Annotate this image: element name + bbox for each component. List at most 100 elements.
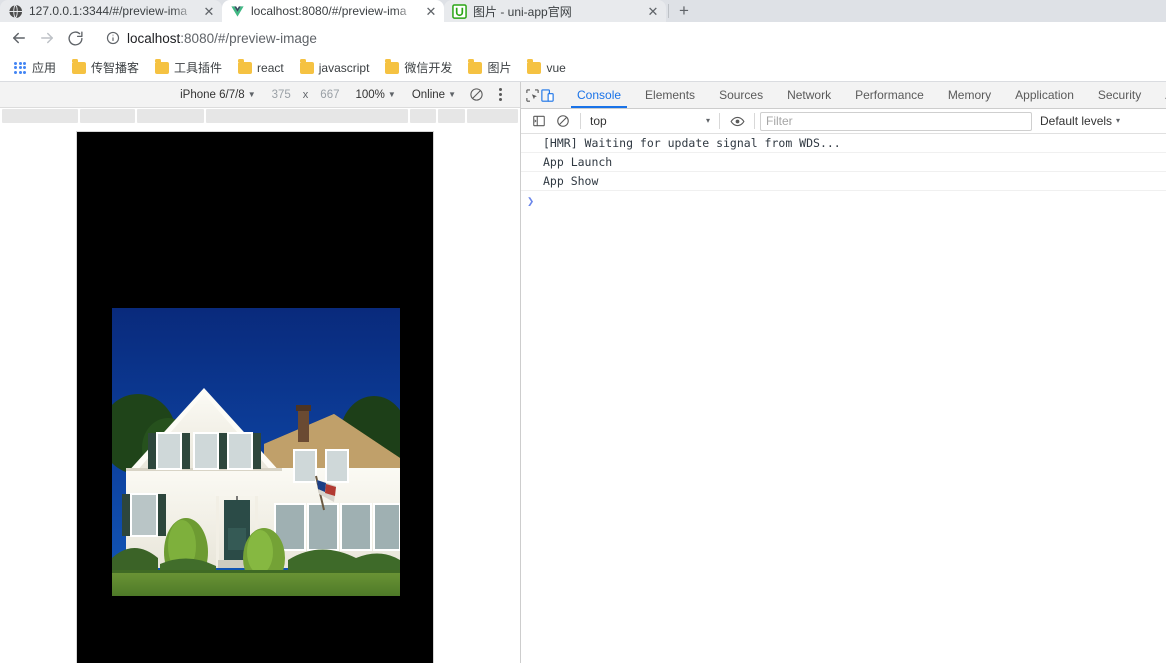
devtools-tab-console[interactable]: Console: [565, 82, 633, 108]
device-height-value: 667: [320, 88, 340, 101]
console-prompt[interactable]: ❯: [521, 191, 1166, 210]
device-zoom-label: 100%: [355, 88, 385, 101]
device-emulation-pane: iPhone 6/7/8 ▼ 375 x 667 100% ▼ Online ▼: [0, 82, 521, 663]
main-content: iPhone 6/7/8 ▼ 375 x 667 100% ▼ Online ▼: [0, 82, 1166, 663]
devtools-tab-security[interactable]: Security: [1086, 82, 1153, 108]
folder-icon: [299, 59, 314, 74]
folder-icon: [527, 59, 542, 74]
devtools-tab-sources[interactable]: Sources: [707, 82, 775, 108]
live-expression-icon[interactable]: [725, 110, 749, 132]
browser-tab-3[interactable]: 图片 - uni-app官网 ✕: [444, 0, 666, 22]
address-bar[interactable]: localhost:8080/#/preview-image: [96, 26, 1160, 50]
ruler-segment: [437, 109, 466, 123]
folder-icon: [385, 59, 400, 74]
console-log-levels-selector[interactable]: Default levels ▾: [1032, 114, 1128, 128]
console-sidebar-icon[interactable]: [527, 110, 551, 132]
bookmark-item-2-label: 工具插件: [174, 61, 223, 75]
forward-button[interactable]: [34, 25, 60, 51]
browser-tab-2-title: localhost:8080/#/preview-ima: [251, 4, 407, 18]
browser-tab-1[interactable]: 127.0.0.1:3344/#/preview-ima ✕: [0, 0, 222, 22]
device-width-value: 375: [271, 88, 291, 101]
folder-icon: [468, 59, 483, 74]
folder-icon: [238, 59, 253, 74]
browser-tab-2[interactable]: localhost:8080/#/preview-ima ✕: [222, 0, 444, 22]
image-preview-screen[interactable]: [76, 131, 434, 663]
bookmark-item-1[interactable]: 传智播客: [65, 56, 146, 79]
chevron-down-icon: ▼: [448, 89, 456, 99]
apps-grid-icon: [13, 61, 27, 75]
address-bar-path: :8080/#/preview-image: [180, 30, 317, 46]
clear-console-icon[interactable]: [551, 110, 575, 132]
bookmark-item-6[interactable]: 图片: [461, 56, 518, 79]
chevron-down-icon: ▼: [387, 89, 396, 99]
devtools-tab-bar: Console Elements Sources Network Perform…: [521, 82, 1166, 109]
network-throttle-selector[interactable]: Online ▼: [404, 82, 464, 108]
bookmark-item-2[interactable]: 工具插件: [148, 56, 229, 79]
bookmark-item-5-label: 微信开发: [404, 61, 453, 75]
bookmark-item-3-label: react: [257, 60, 284, 75]
uniapp-icon: [452, 3, 467, 19]
close-icon[interactable]: ✕: [646, 4, 660, 18]
preview-photo[interactable]: [112, 308, 400, 596]
browser-tab-1-title: 127.0.0.1:3344/#/preview-ima: [29, 4, 188, 18]
inspect-element-icon[interactable]: [525, 82, 540, 108]
browser-tab-3-title: 图片 - uni-app官网: [473, 4, 572, 19]
bookmark-item-7-label: vue: [546, 60, 566, 75]
device-height-input[interactable]: 667: [312, 82, 347, 108]
bookmark-item-5[interactable]: 微信开发: [378, 56, 459, 79]
devtools-tab-network[interactable]: Network: [775, 82, 843, 108]
ruler-segment: [80, 109, 136, 123]
device-viewport-area: [0, 124, 520, 663]
close-icon[interactable]: ✕: [424, 4, 438, 18]
console-toolbar: top ▾ Default levels ▾: [521, 109, 1166, 134]
kebab-menu-icon[interactable]: [488, 82, 512, 108]
folder-icon: [72, 59, 87, 74]
console-context-selector[interactable]: top ▾: [586, 111, 714, 131]
network-throttle-label: Online: [411, 88, 446, 101]
devtools-tab-memory[interactable]: Memory: [936, 82, 1003, 108]
chevron-down-icon: ▾: [1116, 116, 1121, 125]
devtools-tab-performance[interactable]: Performance: [843, 82, 936, 108]
device-emulation-toolbar: iPhone 6/7/8 ▼ 375 x 667 100% ▼ Online ▼: [0, 82, 520, 108]
device-zoom-selector[interactable]: 100% ▼: [347, 82, 403, 108]
devtools-tab-application[interactable]: Application: [1003, 82, 1086, 108]
ruler-segment: [137, 109, 205, 123]
chevron-down-icon: ▾: [705, 116, 710, 125]
bookmark-item-7[interactable]: vue: [520, 58, 572, 78]
chevron-down-icon: ▼: [247, 89, 256, 99]
console-output[interactable]: [HMR] Waiting for update signal from WDS…: [521, 134, 1166, 663]
console-context-label: top: [590, 114, 607, 128]
device-selector[interactable]: iPhone 6/7/8 ▼: [172, 82, 264, 108]
dimension-separator: x: [302, 88, 309, 101]
device-ruler-strip: [0, 108, 520, 124]
ruler-segment: [2, 109, 79, 123]
bookmark-item-3[interactable]: react: [231, 58, 291, 78]
console-message: App Show: [521, 172, 1166, 191]
close-icon[interactable]: ✕: [202, 4, 216, 18]
tab-strip: 127.0.0.1:3344/#/preview-ima ✕ localhost…: [0, 0, 1166, 22]
bookmark-item-6-label: 图片: [487, 61, 512, 75]
device-width-input[interactable]: 375: [264, 82, 299, 108]
device-selector-label: iPhone 6/7/8: [180, 88, 245, 101]
console-filter-input[interactable]: [760, 111, 1032, 131]
new-tab-button[interactable]: +: [671, 0, 697, 22]
reload-button[interactable]: [62, 25, 88, 51]
ruler-segment: [206, 109, 409, 123]
devtools-tab-elements[interactable]: Elements: [633, 82, 707, 108]
bookmarks-bar: 应用 传智播客 工具插件 react javascript 微信开发 图片 vu…: [0, 54, 1166, 82]
toolbar-divider: [719, 113, 720, 129]
browser-toolbar: localhost:8080/#/preview-image: [0, 22, 1166, 54]
vue-icon: [230, 4, 245, 19]
globe-icon: [8, 3, 23, 19]
no-throttle-icon[interactable]: [464, 82, 488, 108]
back-button[interactable]: [6, 25, 32, 51]
bookmark-item-4-label: javascript: [318, 60, 370, 75]
info-circle-icon[interactable]: [106, 31, 120, 45]
toolbar-divider: [580, 113, 581, 129]
address-bar-host: localhost: [127, 30, 181, 46]
console-message: [HMR] Waiting for update signal from WDS…: [521, 134, 1166, 153]
devtools-tab-audits[interactable]: Au: [1153, 82, 1166, 108]
bookmark-item-4[interactable]: javascript: [293, 58, 377, 78]
bookmark-apps[interactable]: 应用: [6, 56, 63, 79]
device-toolbar-icon[interactable]: [540, 82, 555, 108]
